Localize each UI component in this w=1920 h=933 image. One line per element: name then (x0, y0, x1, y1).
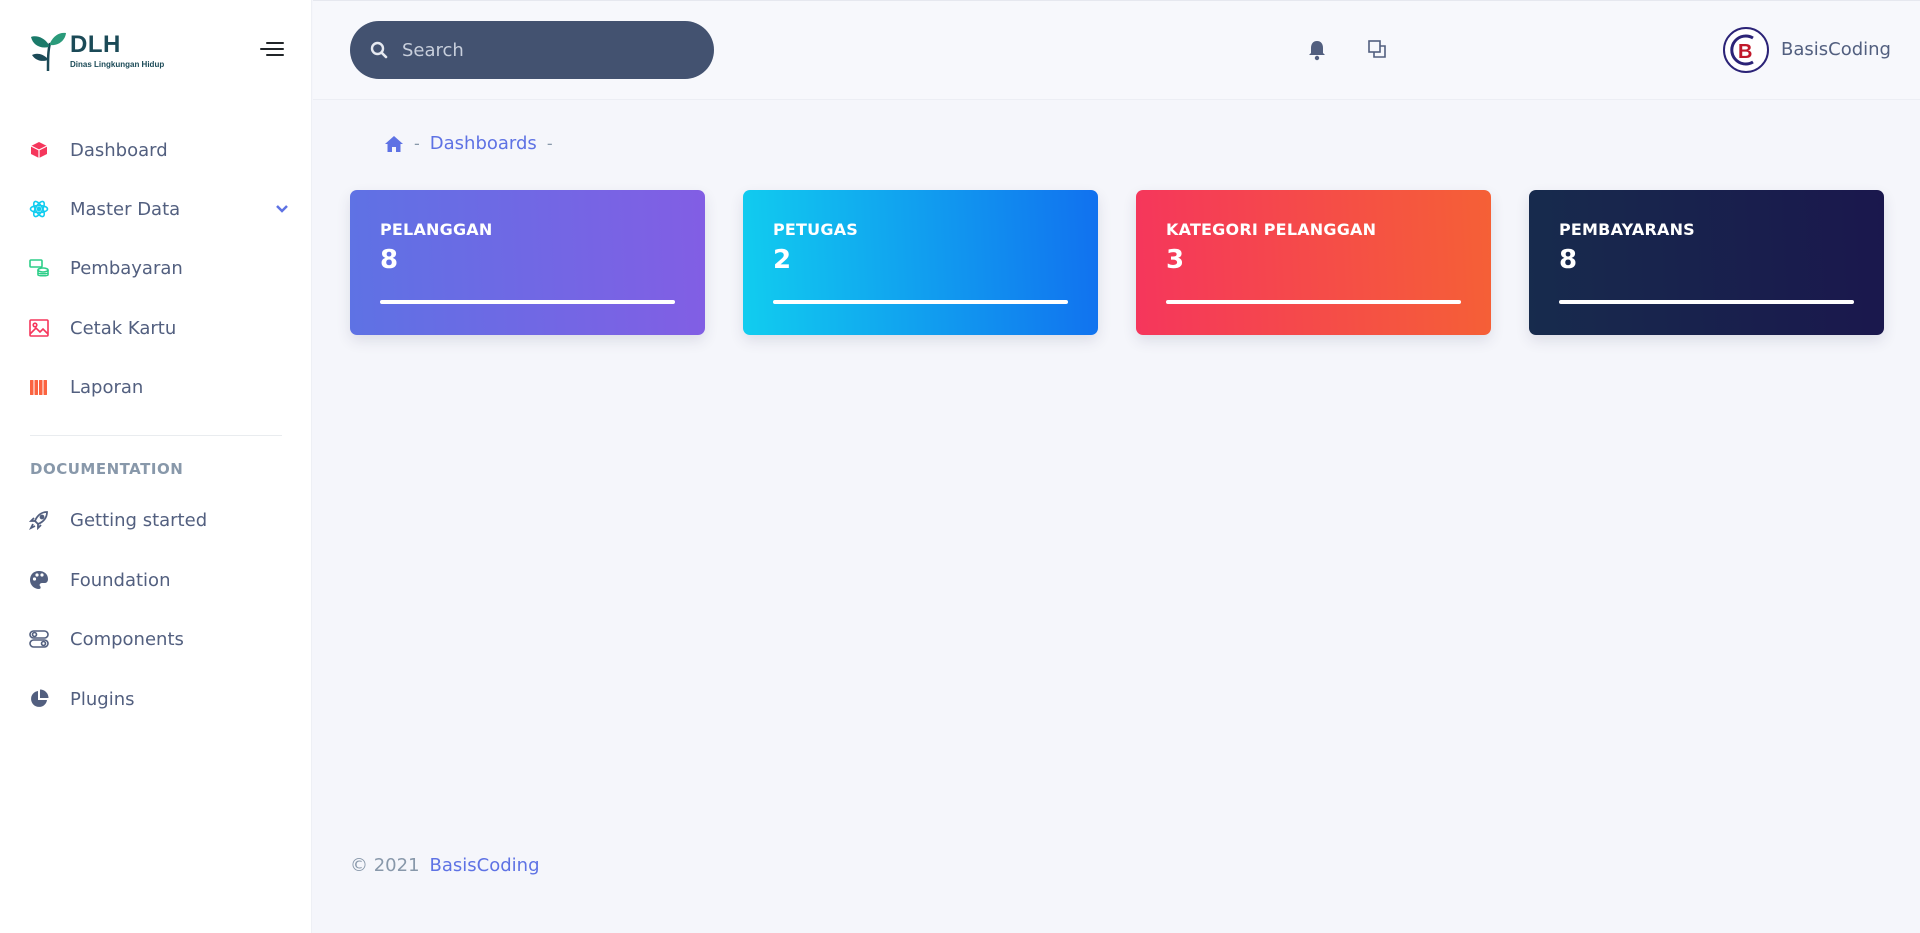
card-title: KATEGORI PELANGGAN (1166, 220, 1377, 239)
sidebar-item-dashboard[interactable]: Dashboard (28, 132, 290, 168)
sidebar: DLH Dinas Lingkungan Hidup Dashboard Mas… (0, 0, 312, 933)
sidebar-item-label: Master Data (70, 198, 181, 220)
stat-card-pembayarans[interactable]: PEMBAYARANS 8 (1529, 190, 1884, 335)
search-input[interactable] (402, 39, 702, 61)
sidebar-item-label: Pembayaran (70, 257, 183, 279)
box-icon (28, 139, 50, 161)
sidebar-item-label: Foundation (70, 569, 171, 591)
sidebar-item-label: Plugins (70, 688, 135, 710)
bell-icon[interactable] (1307, 39, 1331, 63)
sidebar-item-laporan[interactable]: Laporan (28, 369, 290, 405)
leaf-logo-icon (31, 32, 66, 72)
toggles-icon (28, 628, 50, 650)
home-icon[interactable] (384, 135, 404, 153)
sidebar-item-components[interactable]: Components (28, 621, 290, 657)
sidebar-item-master-data[interactable]: Master Data (28, 191, 290, 227)
stat-card-petugas[interactable]: PETUGAS 2 (743, 190, 1098, 335)
palette-icon (28, 569, 50, 591)
brand-title: DLH (70, 30, 121, 58)
breadcrumb-dashboards[interactable]: Dashboards (430, 133, 537, 154)
sidebar-item-label: Cetak Kartu (70, 317, 177, 339)
sidebar-item-label: Laporan (70, 376, 144, 398)
card-title: PETUGAS (773, 220, 859, 239)
stat-card-pelanggan[interactable]: PELANGGAN 8 (350, 190, 705, 335)
sidebar-item-foundation[interactable]: Foundation (28, 562, 290, 598)
topbar: B BasisCoding (313, 0, 1920, 100)
sidebar-item-plugins[interactable]: Plugins (28, 681, 290, 717)
search-bar[interactable] (350, 21, 714, 79)
brand-subtitle: Dinas Lingkungan Hidup (70, 59, 165, 69)
rocket-icon (28, 509, 50, 531)
breadcrumb-separator: - (546, 134, 553, 153)
card-title: PELANGGAN (380, 220, 493, 239)
sidebar-item-label: Dashboard (70, 139, 168, 161)
chevron-down-icon (276, 205, 288, 213)
image-icon (28, 317, 50, 339)
brand-logo[interactable]: DLH Dinas Lingkungan Hidup (28, 28, 198, 74)
card-progress-bar (1166, 300, 1461, 304)
svg-text:B: B (1738, 41, 1752, 63)
avatar[interactable]: B (1723, 27, 1769, 73)
sidebar-item-label: Getting started (70, 509, 208, 531)
card-progress-bar (380, 300, 675, 304)
footer: © 2021 BasisCoding (350, 855, 540, 876)
card-title: PEMBAYARANS (1559, 220, 1695, 239)
card-progress-bar (773, 300, 1068, 304)
card-value: 8 (1559, 245, 1578, 275)
sidenav-toggle-icon[interactable] (256, 40, 284, 60)
user-name[interactable]: BasisCoding (1781, 39, 1891, 60)
search-icon (370, 41, 388, 59)
card-value: 2 (773, 245, 792, 275)
copyright-text: © 2021 (350, 855, 420, 876)
footer-link[interactable]: BasisCoding (430, 855, 540, 876)
sidebar-item-pembayaran[interactable]: Pembayaran (28, 250, 290, 286)
books-icon (28, 376, 50, 398)
sidebar-divider (30, 435, 282, 436)
user-avatar-logo-icon: B (1730, 34, 1754, 66)
coins-icon (28, 257, 50, 279)
stat-card-kategori-pelanggan[interactable]: KATEGORI PELANGGAN 3 (1136, 190, 1491, 335)
card-value: 3 (1166, 245, 1185, 275)
atom-icon (28, 198, 50, 220)
card-value: 8 (380, 245, 399, 275)
documentation-heading: DOCUMENTATION (30, 460, 184, 478)
windows-icon[interactable] (1367, 39, 1391, 63)
sidebar-item-label: Components (70, 628, 184, 650)
pie-chart-icon (28, 688, 50, 710)
sidebar-item-cetak-kartu[interactable]: Cetak Kartu (28, 310, 290, 346)
sidebar-item-getting-started[interactable]: Getting started (28, 502, 290, 538)
breadcrumb: - Dashboards - (384, 133, 563, 154)
card-progress-bar (1559, 300, 1854, 304)
breadcrumb-separator: - (414, 134, 420, 153)
